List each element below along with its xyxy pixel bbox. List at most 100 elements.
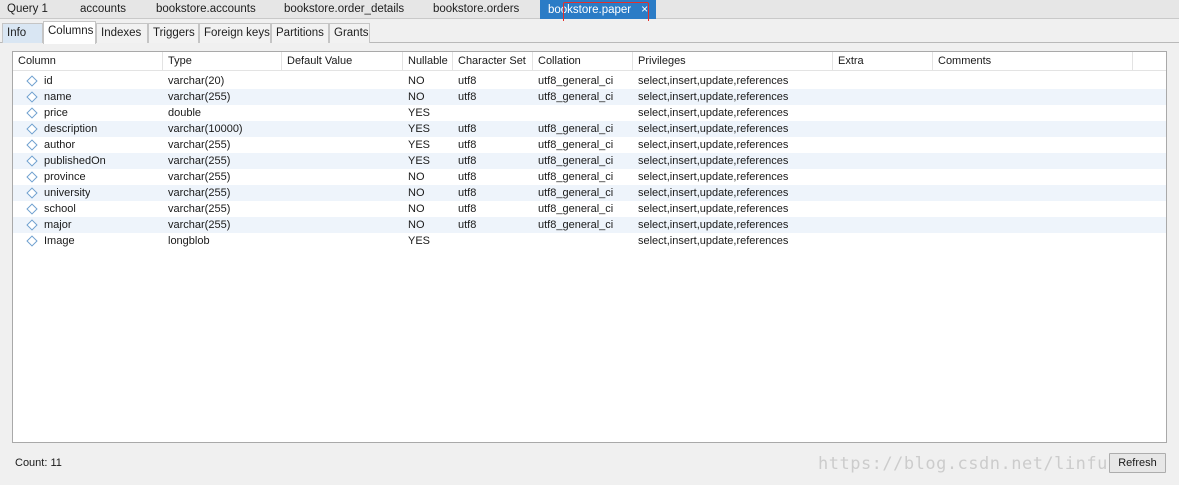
cell-collation [533, 105, 538, 121]
cell-nullable: YES [408, 139, 431, 151]
cell-privileges: select,insert,update,references [638, 171, 789, 183]
tab-columns[interactable]: Columns [43, 21, 96, 44]
cell-privileges: select,insert,update,references [638, 187, 789, 199]
cell-nullable: YES [408, 123, 431, 135]
header-nullable[interactable]: Nullable [403, 52, 453, 71]
table-row[interactable]: id varchar(20) NO utf8 utf8_general_ci select… [13, 73, 1166, 89]
cell-column: province [44, 171, 86, 183]
column-diamond-icon [26, 107, 38, 119]
grid-header: Column Type Default Value Nullable Chara… [13, 52, 1166, 71]
tab-triggers[interactable]: Triggers [148, 23, 199, 43]
cell-collation: utf8_general_ci [538, 139, 614, 151]
cell-type: varchar(255) [168, 155, 231, 167]
header-default-value[interactable]: Default Value [282, 52, 403, 71]
cell-character-set [453, 105, 458, 121]
header-column[interactable]: Column [13, 52, 163, 71]
cell-column: author [44, 139, 76, 151]
cell-type: varchar(255) [168, 91, 231, 103]
cell-column: id [44, 75, 53, 87]
cell-comments [933, 121, 938, 137]
cell-privileges: select,insert,update,references [638, 203, 789, 215]
cell-default-value [282, 201, 287, 217]
doc-tab-query-1[interactable]: Query 1 [7, 0, 48, 19]
header-character-set[interactable]: Character Set [453, 52, 533, 71]
cell-extra [833, 201, 838, 217]
cell-type: varchar(255) [168, 219, 231, 231]
cell-privileges: select,insert,update,references [638, 219, 789, 231]
cell-default-value [282, 137, 287, 153]
table-row[interactable]: Image longblob YES select,insert,update,ref… [13, 233, 1166, 249]
tab-foreign-keys[interactable]: Foreign keys [199, 23, 271, 43]
cell-collation: utf8_general_ci [538, 203, 614, 215]
cell-column: university [44, 187, 91, 199]
cell-column: Image [44, 235, 75, 247]
cell-extra [833, 137, 838, 153]
cell-comments [933, 217, 938, 233]
doc-tab-bookstore-order-details[interactable]: bookstore.order_details [284, 0, 404, 19]
doc-tab-bookstore-paper[interactable]: bookstore.paper × [540, 0, 657, 19]
header-collation[interactable]: Collation [533, 52, 633, 71]
cell-privileges: select,insert,update,references [638, 107, 789, 119]
tab-indexes[interactable]: Indexes [96, 23, 148, 43]
cell-nullable: NO [408, 91, 425, 103]
watermark: https://blog.csdn.net/linfujian [818, 454, 1151, 474]
cell-collation: utf8_general_ci [538, 75, 614, 87]
cell-extra [833, 169, 838, 185]
cell-type: varchar(10000) [168, 123, 243, 135]
cell-column: major [44, 219, 72, 231]
cell-comments [933, 185, 938, 201]
cell-extra [833, 73, 838, 89]
cell-privileges: select,insert,update,references [638, 75, 789, 87]
table-row[interactable]: university varchar(255) NO utf8 utf8_general… [13, 185, 1166, 201]
header-extra[interactable]: Extra [833, 52, 933, 71]
refresh-button[interactable]: Refresh [1109, 453, 1166, 473]
cell-comments [933, 73, 938, 89]
cell-privileges: select,insert,update,references [638, 91, 789, 103]
cell-privileges: select,insert,update,references [638, 123, 789, 135]
doc-tab-accounts[interactable]: accounts [80, 0, 126, 19]
header-privileges[interactable]: Privileges [633, 52, 833, 71]
tab-partitions[interactable]: Partitions [271, 23, 329, 43]
header-comments[interactable]: Comments [933, 52, 1133, 71]
cell-character-set [453, 233, 458, 249]
cell-collation: utf8_general_ci [538, 155, 614, 167]
tab-grants[interactable]: Grants [329, 23, 370, 43]
cell-character-set: utf8 [458, 187, 477, 199]
table-row[interactable]: name varchar(255) NO utf8 utf8_general_ci sel… [13, 89, 1166, 105]
cell-default-value [282, 217, 287, 233]
cell-character-set: utf8 [458, 139, 477, 151]
cell-character-set: utf8 [458, 171, 477, 183]
table-row[interactable]: school varchar(255) NO utf8 utf8_general_ci s… [13, 201, 1166, 217]
doc-tab-bookstore-accounts[interactable]: bookstore.accounts [156, 0, 256, 19]
table-row[interactable]: province varchar(255) NO utf8 utf8_general_c… [13, 169, 1166, 185]
cell-extra [833, 105, 838, 121]
table-row[interactable]: description varchar(10000) YES utf8 utf8_gen… [13, 121, 1166, 137]
cell-character-set: utf8 [458, 203, 477, 215]
column-diamond-icon [26, 91, 38, 103]
row-count: Count: 11 [15, 457, 62, 469]
tab-info[interactable]: Info [2, 23, 43, 43]
table-row[interactable]: author varchar(255) YES utf8 utf8_general_ci… [13, 137, 1166, 153]
cell-default-value [282, 169, 287, 185]
cell-default-value [282, 105, 287, 121]
doc-tab-bookstore-orders[interactable]: bookstore.orders [433, 0, 519, 19]
cell-comments [933, 89, 938, 105]
cell-character-set: utf8 [458, 75, 477, 87]
table-row[interactable]: publishedOn varchar(255) YES utf8 utf8_gener… [13, 153, 1166, 169]
cell-comments [933, 169, 938, 185]
cell-comments [933, 233, 938, 249]
table-row[interactable]: price double YES select,insert,update,refer… [13, 105, 1166, 121]
cell-column: description [44, 123, 98, 135]
table-row[interactable]: major varchar(255) NO utf8 utf8_general_ci se… [13, 217, 1166, 233]
cell-nullable: NO [408, 219, 425, 231]
header-type[interactable]: Type [163, 52, 282, 71]
cell-comments [933, 137, 938, 153]
cell-nullable: YES [408, 235, 431, 247]
cell-character-set: utf8 [458, 219, 477, 231]
cell-collation: utf8_general_ci [538, 171, 614, 183]
cell-column: publishedOn [44, 155, 106, 167]
close-icon[interactable]: × [641, 0, 648, 18]
columns-grid[interactable]: Column Type Default Value Nullable Chara… [12, 51, 1167, 443]
cell-collation: utf8_general_ci [538, 123, 614, 135]
cell-column: price [44, 107, 68, 119]
